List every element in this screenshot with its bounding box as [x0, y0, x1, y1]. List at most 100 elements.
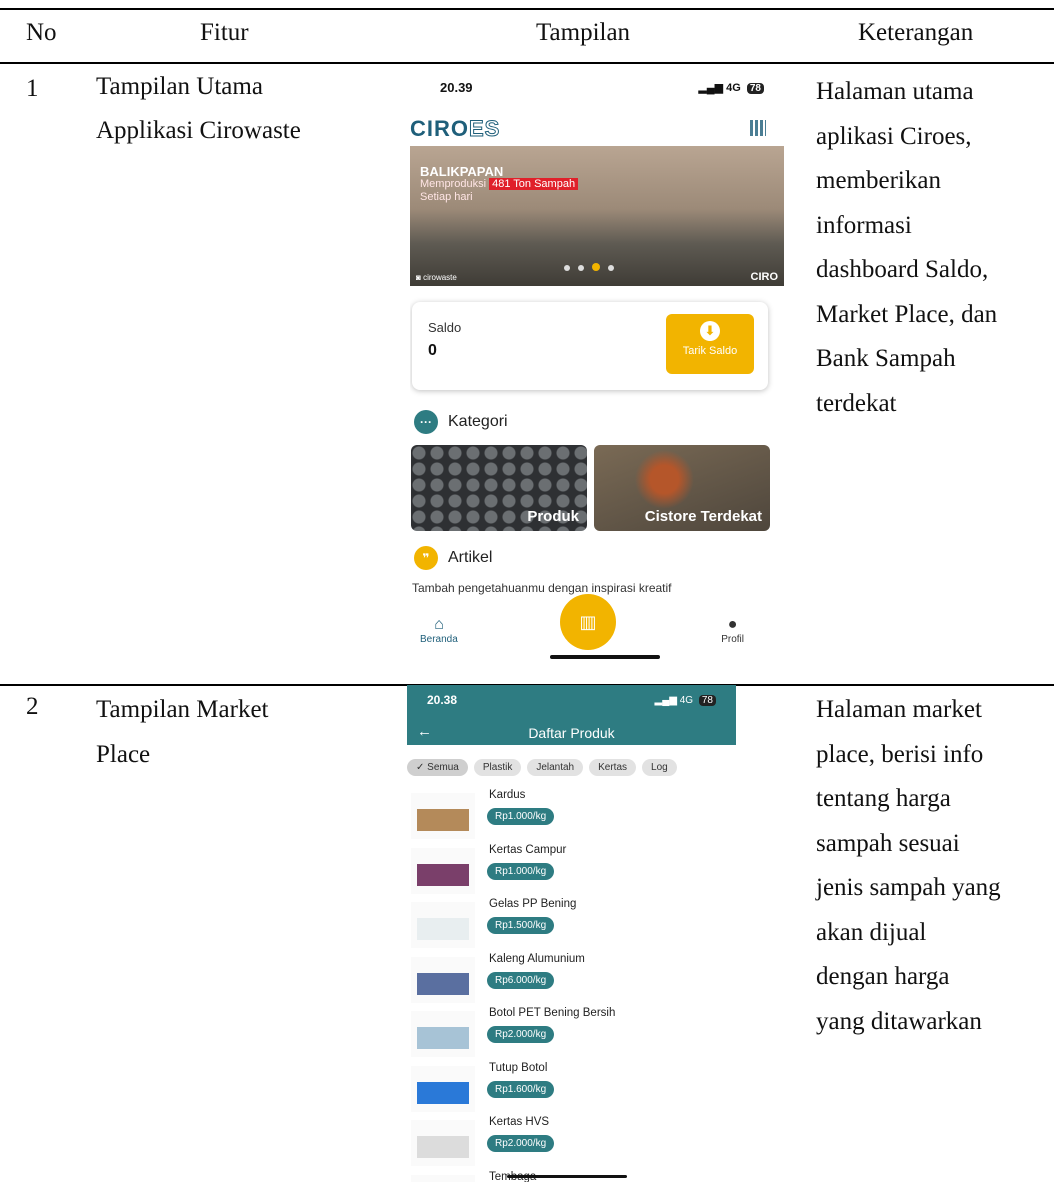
bottom-nav: ⌂ Beranda ▥ ● Profil [410, 594, 784, 665]
nav-beranda[interactable]: ⌂ Beranda [420, 616, 458, 645]
promo-banner[interactable]: BALIKPAPAN Memproduksi 481 Ton Sampah Se… [410, 146, 784, 286]
battery-icon: 78 [746, 83, 764, 94]
header-bottom-rule [0, 62, 1054, 64]
product-image [417, 809, 469, 831]
row2-ket-line: akan dijual [816, 918, 927, 946]
product-name: Tutup Botol [489, 1061, 548, 1074]
product-image [417, 863, 469, 886]
saldo-card: Saldo 0 ⬇ Tarik Saldo [412, 302, 768, 390]
table-top-rule [0, 8, 1054, 10]
product-image [417, 1081, 469, 1104]
kategori-heading: ··· Kategori [414, 410, 508, 434]
chip-plastik[interactable]: Plastik [473, 759, 522, 776]
carousel-dot[interactable] [564, 265, 570, 271]
artikel-text: Tambah pengetahuanmu dengan inspirasi kr… [412, 581, 672, 595]
status-signal: ▂▄▆ 4G 78 [698, 81, 764, 94]
banner-city: BALIKPAPAN [420, 164, 504, 179]
row2-ket-line: tentang harga [816, 785, 951, 812]
row1-ket-line: Bank Sampah [816, 345, 956, 372]
app-logo: CIROES [410, 116, 500, 142]
header-tampilan: Tampilan [536, 19, 631, 46]
home-icon: ⌂ [434, 616, 444, 633]
row1-ket-line: memberikan [816, 167, 941, 194]
trash-fab-button[interactable]: ▥ [560, 594, 616, 650]
row1-fitur: Tampilan Utama Applikasi Cirowaste [96, 70, 301, 148]
chip-logam[interactable]: Log [642, 759, 677, 776]
market-title: Daftar Produk [528, 725, 615, 741]
product-thumbnail [411, 902, 475, 948]
nav-profil[interactable]: ● Profil [721, 616, 744, 645]
market-app-bar: 20.38 ▂▄▆ 4G 78 ← Daftar Produk [407, 685, 736, 745]
product-image [417, 972, 469, 995]
logo-suffix: ES [468, 116, 501, 142]
header-no: No [26, 19, 57, 46]
header-keterangan: Keterangan [858, 19, 974, 46]
product-name: Gelas PP Bening [489, 898, 577, 910]
product-item[interactable]: Kertas Campur Rp1.000/kg [411, 844, 731, 898]
kategori-title: Kategori [448, 413, 508, 431]
product-image [417, 918, 469, 940]
row2-no: 2 [26, 693, 39, 720]
home-screenshot: 20.39 ▂▄▆ 4G 78 CIROES BALIKPAPAN Mempro… [410, 72, 784, 665]
download-icon: ⬇ [700, 321, 720, 341]
signal-icon: ▂▄▆ [654, 695, 680, 706]
row1-no: 1 [26, 75, 39, 102]
carousel-dot[interactable] [578, 265, 584, 271]
logo-main: CIRO [410, 116, 469, 141]
row1-ket-line: Halaman utama [816, 78, 974, 105]
nav-profil-label: Profil [721, 634, 744, 645]
battery-icon: 78 [698, 695, 716, 706]
trash-icon: ▥ [579, 612, 597, 632]
product-name: Kertas HVS [489, 1116, 550, 1128]
row2-fitur-line: Place [96, 740, 151, 768]
status-time: 20.39 [440, 80, 473, 95]
product-item[interactable]: Kardus Rp1.000/kg [411, 789, 731, 843]
carousel-dot-active[interactable] [592, 263, 600, 271]
tarik-saldo-button[interactable]: ⬇ Tarik Saldo [666, 314, 754, 374]
category-tile-cistore[interactable]: Cistore Terdekat [594, 445, 770, 531]
status-signal: ▂▄▆ 4G 78 [654, 695, 716, 706]
row1-ket-line: terdekat [816, 389, 897, 417]
product-image [417, 1027, 469, 1049]
artikel-heading: ❞ Artikel [414, 546, 492, 570]
product-name: Kaleng Alumunium [489, 952, 585, 965]
signal-icon: ▂▄▆ [698, 82, 724, 94]
carousel-dots[interactable] [560, 258, 618, 276]
chip-semua[interactable]: ✓ Semua [407, 759, 468, 776]
product-item[interactable]: Kaleng Alumunium Rp6.000/kg [411, 953, 731, 1007]
banner-line2: Memproduksi 481 Ton Sampah [420, 178, 579, 190]
chip-jelantah[interactable]: Jelantah [527, 759, 584, 776]
row2-ket-line: place, berisi info [816, 740, 984, 768]
carousel-dot[interactable] [608, 265, 614, 271]
home-indicator [507, 1175, 627, 1178]
saldo-value: 0 [428, 342, 437, 359]
artikel-title: Artikel [448, 549, 493, 567]
product-price-badge: Rp1.000/kg [487, 808, 555, 825]
row1-ket-line: informasi [816, 211, 912, 239]
chat-icon: ··· [414, 410, 438, 434]
product-item[interactable]: Tutup Botol Rp1.600/kg [411, 1062, 731, 1116]
product-thumbnail [411, 1174, 475, 1182]
chip-label: Semua [427, 762, 459, 773]
product-name: Kertas Campur [489, 843, 567, 856]
chip-kertas[interactable]: Kertas [589, 759, 637, 776]
product-item[interactable]: Gelas PP Bening Rp1.500/kg [411, 898, 731, 952]
row1-fitur-line: Tampilan Utama [96, 73, 263, 100]
quote-icon: ❞ [414, 546, 438, 570]
header-fitur: Fitur [200, 19, 249, 46]
qr-scan-icon[interactable] [750, 120, 766, 136]
product-image [417, 1136, 469, 1158]
banner-line3: Setiap hari [420, 191, 473, 203]
banner-line2-prefix: Memproduksi [420, 178, 487, 190]
category-tile-produk[interactable]: Produk [411, 445, 587, 531]
row2-ket-line: yang ditawarkan [816, 1007, 982, 1035]
product-item[interactable]: Botol PET Bening Bersih Rp2.000/kg [411, 1007, 731, 1061]
market-screenshot: 20.38 ▂▄▆ 4G 78 ← Daftar Produk ✓ Semua P… [407, 685, 736, 1182]
product-thumbnail [411, 1120, 475, 1166]
product-item[interactable]: Kertas HVS Rp2.000/kg [411, 1116, 731, 1170]
tile-label: Produk [527, 508, 579, 525]
row1-ket-line: Market Place, dan [816, 300, 998, 328]
banner-instagram: ◙ cirowaste [416, 273, 457, 282]
row2-ket-line: dengan harga [816, 963, 950, 990]
banner-brand: CIRO [750, 271, 779, 283]
